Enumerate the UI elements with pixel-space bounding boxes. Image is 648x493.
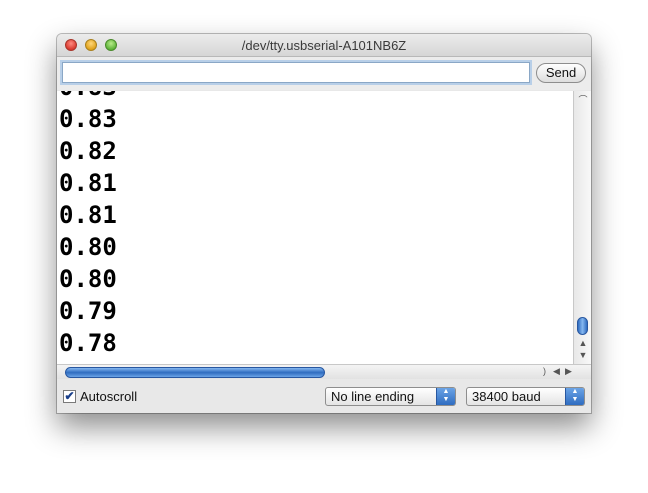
- output-line: 0.81: [59, 169, 117, 197]
- output-line: 0.78: [59, 329, 117, 357]
- serial-output-area[interactable]: 0.83 0.83 0.82 0.81 0.81 0.80 0.80 0.79 …: [57, 91, 573, 364]
- output-line: 0.80: [59, 233, 117, 261]
- output-line: 0.81: [59, 201, 117, 229]
- send-toolbar: Send: [57, 57, 591, 90]
- scroll-down-arrow-icon[interactable]: ▼: [574, 350, 591, 360]
- status-bar: ✔ Autoscroll No line ending ▲ ▼ 38400 bau…: [57, 379, 591, 413]
- horizontal-scrollbar[interactable]: ) ◀ ▶: [57, 364, 591, 379]
- output-lines: 0.83 0.83 0.82 0.81 0.81 0.80 0.80 0.79 …: [59, 91, 117, 359]
- send-button[interactable]: Send: [536, 63, 586, 83]
- baud-rate-value: 38400 baud: [472, 389, 541, 404]
- serial-send-input[interactable]: [62, 62, 530, 83]
- scroll-top-cap-icon: ⌒: [578, 95, 588, 105]
- baud-rate-select[interactable]: 38400 baud ▲ ▼: [466, 387, 585, 406]
- output-line: 0.82: [59, 137, 117, 165]
- scroll-end-cap-icon: ): [543, 366, 546, 376]
- line-ending-select[interactable]: No line ending ▲ ▼: [325, 387, 456, 406]
- select-stepper-icon: ▲ ▼: [436, 388, 455, 405]
- serial-monitor-window: /dev/tty.usbserial-A101NB6Z Send 0.83 0.…: [57, 34, 591, 413]
- output-line: 0.80: [59, 265, 117, 293]
- vertical-scrollbar[interactable]: ⌒ ▲ ▼: [573, 91, 591, 364]
- title-bar[interactable]: /dev/tty.usbserial-A101NB6Z: [57, 34, 591, 57]
- output-line: 0.83: [59, 91, 117, 103]
- output-line: 0.83: [59, 105, 117, 133]
- vertical-scroll-thumb[interactable]: [577, 317, 588, 335]
- window-title: /dev/tty.usbserial-A101NB6Z: [241, 38, 407, 53]
- scroll-left-arrow-icon[interactable]: ◀: [553, 366, 560, 377]
- select-stepper-icon: ▲ ▼: [565, 388, 584, 405]
- line-ending-value: No line ending: [331, 389, 415, 404]
- scroll-right-arrow-icon[interactable]: ▶: [565, 366, 572, 377]
- autoscroll-label: Autoscroll: [80, 389, 138, 404]
- scroll-up-arrow-icon[interactable]: ▲: [574, 338, 591, 348]
- horizontal-scroll-thumb[interactable]: [65, 367, 325, 378]
- autoscroll-checkbox[interactable]: ✔: [63, 390, 76, 403]
- output-line: 0.79: [59, 297, 117, 325]
